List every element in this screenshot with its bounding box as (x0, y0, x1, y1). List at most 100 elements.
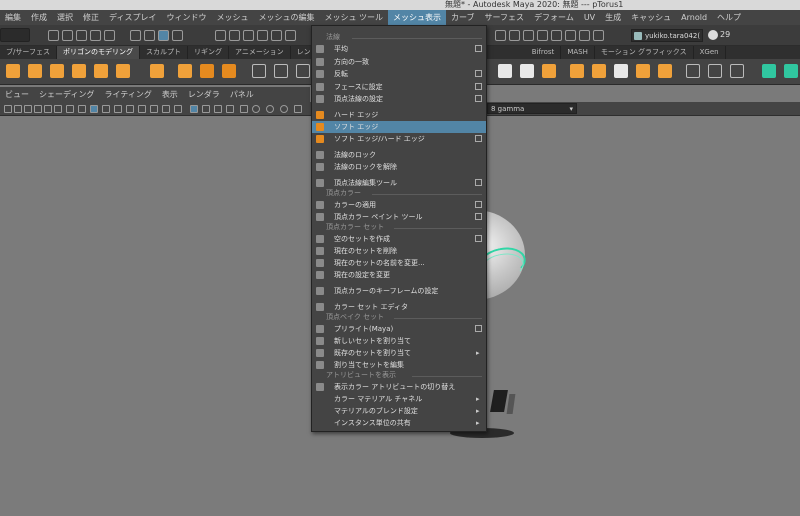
option-box-icon[interactable] (475, 235, 482, 242)
lock-selection-icon[interactable] (172, 30, 183, 41)
user-account[interactable]: yukiko.tara042( (631, 29, 703, 42)
render-view-icon[interactable] (495, 30, 506, 41)
shelf-tab-motion-graphics[interactable]: モーション グラフィックス (595, 46, 694, 59)
menu-mesh-display[interactable]: メッシュ表示 (388, 10, 446, 25)
offset-edge-loop-icon[interactable] (730, 64, 744, 78)
menu-windows[interactable]: ウィンドウ (161, 10, 211, 25)
redo-icon[interactable] (104, 30, 115, 41)
poly-cube-icon[interactable] (28, 64, 42, 78)
menu-item-unlock-normals[interactable]: 法線のロックを解除 (312, 161, 486, 173)
menu-arnold[interactable]: Arnold (676, 10, 712, 25)
poly-plane-icon[interactable] (116, 64, 130, 78)
shelf-tab-xgen[interactable]: XGen (694, 46, 726, 59)
default-material-icon[interactable] (114, 105, 122, 113)
bridge-icon[interactable] (542, 64, 556, 78)
screen-space-ao-icon[interactable] (174, 105, 182, 113)
menu-item-color-material-channel[interactable]: カラー マテリアル チャネル ▸ (312, 393, 486, 405)
shelf-tab-mash[interactable]: MASH (561, 46, 595, 59)
option-box-icon[interactable] (475, 179, 482, 186)
poly-sphere-icon[interactable] (6, 64, 20, 78)
arnold-render-icon[interactable] (565, 30, 576, 41)
append-polygon-icon[interactable] (592, 64, 606, 78)
smooth-icon[interactable] (296, 64, 310, 78)
select-hierarchy-icon[interactable] (130, 30, 141, 41)
sweep-mesh-icon[interactable] (200, 64, 214, 78)
menu-generate[interactable]: 生成 (600, 10, 626, 25)
menu-display[interactable]: ディスプレイ (104, 10, 161, 25)
menu-item-delete-current-set[interactable]: 現在のセットを削除 (312, 245, 486, 257)
image-plane-icon[interactable] (34, 105, 42, 113)
vp-menu-lighting[interactable]: ライティング (99, 87, 156, 102)
shelf-tab-animation[interactable]: アニメーション (229, 46, 291, 59)
menu-item-rename-current-set[interactable]: 現在のセットの名前を変更... (312, 257, 486, 269)
xray-icon[interactable] (126, 105, 134, 113)
shelf-tab-poly-modeling[interactable]: ポリゴンのモデリング (56, 46, 140, 59)
menu-mesh-tools[interactable]: メッシュ ツール (319, 10, 388, 25)
option-box-icon[interactable] (475, 45, 482, 52)
textured-icon[interactable] (138, 105, 146, 113)
poly-cone-icon[interactable] (72, 64, 86, 78)
menu-uv[interactable]: UV (579, 10, 600, 25)
save-scene-icon[interactable] (76, 30, 87, 41)
arnold-ipr-icon[interactable] (579, 30, 590, 41)
construction-history-icon[interactable] (285, 30, 296, 41)
menu-item-lock-normals[interactable]: 法線のロック (312, 149, 486, 161)
menu-item-reverse[interactable]: 反転 (312, 68, 486, 80)
render-settings-icon[interactable] (537, 30, 548, 41)
menu-item-soft-edge[interactable]: ソフト エッジ (312, 121, 486, 133)
new-scene-icon[interactable] (48, 30, 59, 41)
menu-item-create-empty-set[interactable]: 空のセットを作成 (312, 233, 486, 245)
hypershade-icon[interactable] (551, 30, 562, 41)
option-box-icon[interactable] (475, 325, 482, 332)
vp-menu-view[interactable]: ビュー (0, 87, 34, 102)
option-box-icon[interactable] (475, 70, 482, 77)
combine-icon[interactable] (252, 64, 266, 78)
shelf-tab-curves-surfaces[interactable]: ブ/サーフェス (0, 46, 57, 59)
snap-view-icon[interactable] (257, 30, 268, 41)
menu-edit-mesh[interactable]: メッシュの編集 (253, 10, 319, 25)
menu-item-assign-new-set[interactable]: 新しいセットを割り当て (312, 335, 486, 347)
shelf-tab-bifrost[interactable]: Bifrost (526, 46, 562, 59)
undo-icon[interactable] (90, 30, 101, 41)
film-gate-icon[interactable] (78, 105, 86, 113)
option-box-icon[interactable] (475, 201, 482, 208)
camera-attr-icon[interactable] (14, 105, 22, 113)
menu-cache[interactable]: キャッシュ (626, 10, 676, 25)
vp-menu-shading[interactable]: シェーディング (34, 87, 99, 102)
fill-hole-icon[interactable] (570, 64, 584, 78)
ipr-render-icon[interactable] (523, 30, 534, 41)
menu-item-average[interactable]: 平均 (312, 43, 486, 55)
grid-icon[interactable] (66, 105, 74, 113)
backface-cull-icon[interactable] (226, 105, 234, 113)
snap-surface-icon[interactable] (271, 30, 282, 41)
menu-edit[interactable]: 編集 (0, 10, 26, 25)
multi-cut-icon[interactable] (686, 64, 700, 78)
anti-alias-icon[interactable] (252, 105, 260, 113)
extrude-icon[interactable] (498, 64, 512, 78)
option-box-icon[interactable] (475, 213, 482, 220)
option-box-icon[interactable] (475, 83, 482, 90)
grease-pencil-icon[interactable] (54, 105, 62, 113)
menu-item-toggle-display-color[interactable]: 表示カラー アトリビュートの切り替え (312, 381, 486, 393)
vp-menu-renderer[interactable]: レンダラ (183, 87, 225, 102)
target-weld-icon[interactable] (636, 64, 650, 78)
quad-draw-icon[interactable] (658, 64, 672, 78)
camera-select-icon[interactable] (4, 105, 12, 113)
shadows-icon[interactable] (162, 105, 170, 113)
xray-active-icon[interactable] (214, 105, 222, 113)
menu-item-set-to-face[interactable]: フェースに設定 (312, 81, 486, 93)
menu-item-set-vertex-normal[interactable]: 頂点法線の設定 (312, 93, 486, 105)
shelf-tab-sculpting[interactable]: スカルプト (140, 46, 188, 59)
gamma-dropdown[interactable]: 8 gamma ▾ (487, 103, 577, 114)
depth-of-field-icon[interactable] (266, 105, 274, 113)
wireframe-icon[interactable] (90, 105, 98, 113)
vp-menu-show[interactable]: 表示 (157, 87, 183, 102)
menu-item-hard-edge[interactable]: ハード エッジ (312, 109, 486, 121)
menu-curves[interactable]: カーブ (446, 10, 480, 25)
menu-item-conform[interactable]: 方向の一致 (312, 56, 486, 68)
menu-modify[interactable]: 修正 (78, 10, 104, 25)
xray-joints-icon[interactable] (202, 105, 210, 113)
menu-select[interactable]: 選択 (52, 10, 78, 25)
smooth-shade-icon[interactable] (102, 105, 110, 113)
menu-deform[interactable]: デフォーム (529, 10, 579, 25)
